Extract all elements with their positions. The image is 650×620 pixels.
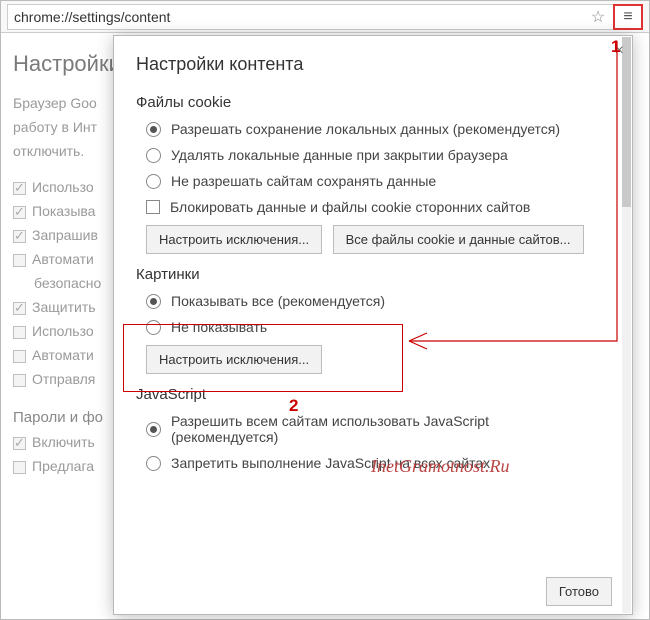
js-opt-allow[interactable]: Разрешить всем сайтам использовать JavaS… — [146, 413, 600, 445]
cookies-opt-allow[interactable]: Разрешать сохранение локальных данных (р… — [146, 121, 600, 137]
bg-check-label: Автомати — [32, 347, 94, 363]
bg-check-label: Запрашив — [32, 227, 98, 243]
radio-icon[interactable] — [146, 320, 161, 335]
radio-icon[interactable] — [146, 122, 161, 137]
bg-check-label: безопасно — [34, 275, 101, 291]
bg-check-label: Показыва — [32, 203, 95, 219]
content-settings-dialog: × Настройки контента Файлы cookie Разреш… — [113, 35, 633, 615]
annotation-marker-2: 2 — [289, 396, 298, 416]
bg-check-label: Включить — [32, 434, 95, 450]
dialog-body: Файлы cookie Разрешать сохранение локаль… — [114, 82, 622, 570]
images-opt-hide[interactable]: Не показывать — [146, 319, 600, 335]
section-images: Картинки Показывать все (рекомендуется) … — [136, 266, 600, 374]
radio-icon[interactable] — [146, 422, 161, 437]
images-heading: Картинки — [136, 266, 600, 283]
cookies-heading: Файлы cookie — [136, 94, 600, 111]
section-cookies: Файлы cookie Разрешать сохранение локаль… — [136, 94, 600, 254]
radio-label: Разрешать сохранение локальных данных (р… — [171, 121, 560, 137]
checkbox-icon — [13, 437, 26, 450]
radio-label: Не показывать — [171, 319, 267, 335]
checkbox-icon — [13, 206, 26, 219]
scrollbar-thumb[interactable] — [622, 37, 631, 207]
omnibox: ☆ ≡ — [1, 1, 649, 33]
cookies-exceptions-button[interactable]: Настроить исключения... — [146, 225, 322, 254]
bg-check-label: Использо — [32, 179, 94, 195]
checkbox-icon — [13, 461, 26, 474]
section-javascript: JavaScript Разрешить всем сайтам использ… — [136, 386, 600, 471]
bg-check-label: Автомати — [32, 251, 94, 267]
radio-label: Не разрешать сайтам сохранять данные — [171, 173, 436, 189]
bg-check-label: Защитить — [32, 299, 96, 315]
radio-icon[interactable] — [146, 148, 161, 163]
watermark: InetGramotnost.Ru — [371, 456, 510, 477]
checkbox-icon — [13, 254, 26, 267]
bg-check-label: Использо — [32, 323, 94, 339]
radio-icon[interactable] — [146, 456, 161, 471]
radio-icon[interactable] — [146, 174, 161, 189]
checkbox-icon — [13, 182, 26, 195]
annotation-marker-1: 1 — [611, 37, 620, 57]
radio-label: Удалять локальные данные при закрытии бр… — [171, 147, 508, 163]
bg-check-label: Отправля — [32, 371, 95, 387]
dialog-scrollbar[interactable] — [622, 37, 631, 613]
bg-check-label: Предлага — [32, 458, 94, 474]
radio-label: Показывать все (рекомендуется) — [171, 293, 385, 309]
hamburger-menu-icon[interactable]: ≡ — [613, 4, 643, 30]
bookmark-star-icon[interactable]: ☆ — [583, 4, 613, 30]
cookies-all-data-button[interactable]: Все файлы cookie и данные сайтов... — [333, 225, 584, 254]
radio-label: Разрешить всем сайтам использовать JavaS… — [171, 413, 600, 445]
done-button[interactable]: Готово — [546, 577, 612, 606]
images-exceptions-button[interactable]: Настроить исключения... — [146, 345, 322, 374]
url-input[interactable] — [7, 4, 583, 30]
checkbox-icon — [13, 350, 26, 363]
checkbox-icon — [13, 326, 26, 339]
cookies-opt-block[interactable]: Не разрешать сайтам сохранять данные — [146, 173, 600, 189]
dialog-title: Настройки контента — [114, 36, 632, 85]
cookies-opt-clear-on-exit[interactable]: Удалять локальные данные при закрытии бр… — [146, 147, 600, 163]
checkbox-icon — [13, 230, 26, 243]
checkbox-icon — [13, 374, 26, 387]
checkbox-label: Блокировать данные и файлы cookie сторон… — [170, 199, 530, 215]
js-heading: JavaScript — [136, 386, 600, 403]
images-opt-show[interactable]: Показывать все (рекомендуется) — [146, 293, 600, 309]
checkbox-icon — [13, 302, 26, 315]
cookies-block-thirdparty[interactable]: Блокировать данные и файлы cookie сторон… — [146, 199, 600, 215]
checkbox-icon[interactable] — [146, 200, 160, 214]
radio-icon[interactable] — [146, 294, 161, 309]
